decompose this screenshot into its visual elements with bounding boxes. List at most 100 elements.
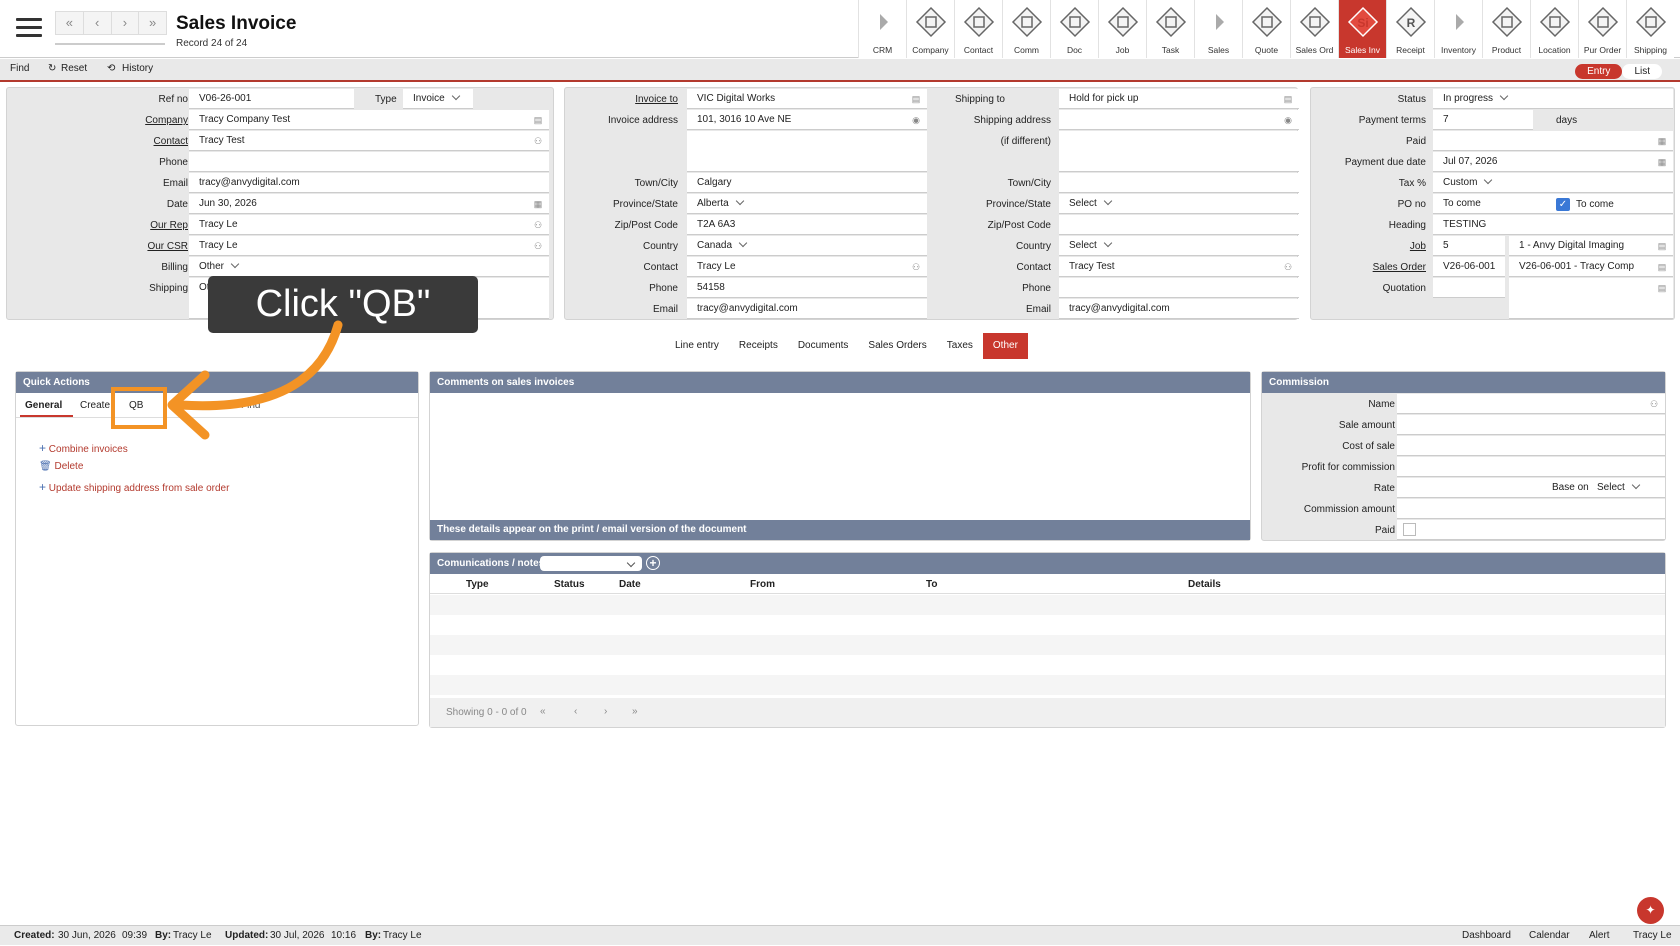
- next-page-button[interactable]: ›: [604, 706, 607, 717]
- module-sales-inv[interactable]: Si Sales Inv: [1338, 0, 1386, 58]
- phone-field[interactable]: [189, 152, 549, 172]
- person-icon[interactable]: ⚇: [1283, 262, 1293, 272]
- quick-tab-create[interactable]: Create: [80, 400, 110, 411]
- ship-contact-field[interactable]: Tracy Test ⚇: [1059, 257, 1299, 277]
- date-field[interactable]: Jun 30, 2026 ▦: [189, 194, 549, 214]
- module-pur-order[interactable]: Pur Order: [1578, 0, 1626, 58]
- history-icon[interactable]: ⟲: [107, 63, 115, 74]
- list-tab[interactable]: List: [1622, 64, 1662, 79]
- module-task[interactable]: Task: [1146, 0, 1194, 58]
- job-name-field[interactable]: 1 - Anvy Digital Imaging ▤: [1509, 236, 1673, 256]
- contact-field[interactable]: Tracy Test ⚇: [189, 131, 549, 151]
- calendar-icon[interactable]: ▦: [1657, 136, 1667, 146]
- update-shipping-action[interactable]: + Update shipping address from sale orde…: [39, 480, 229, 494]
- calendar-icon[interactable]: ▦: [1657, 157, 1667, 167]
- entry-tab[interactable]: Entry: [1575, 64, 1623, 79]
- country-select[interactable]: Canada: [687, 236, 927, 256]
- profit-field[interactable]: [1397, 457, 1665, 477]
- billing-select[interactable]: Other: [189, 257, 549, 277]
- quotation-name-field[interactable]: ▤: [1509, 278, 1673, 319]
- invoice-to-field[interactable]: VIC Digital Works ▤: [687, 89, 927, 109]
- person-icon[interactable]: ⚇: [533, 241, 543, 251]
- document-icon[interactable]: ▤: [1657, 241, 1667, 251]
- module-contact[interactable]: Contact: [954, 0, 1002, 58]
- tab-sales-orders[interactable]: Sales Orders: [858, 333, 936, 359]
- menu-icon[interactable]: [16, 18, 42, 38]
- zip-field[interactable]: T2A 6A3: [687, 215, 927, 235]
- shipping-address-line2[interactable]: [1059, 131, 1299, 172]
- po-to-come-checkbox[interactable]: ✓: [1556, 198, 1570, 211]
- calendar-icon[interactable]: ▦: [533, 199, 543, 209]
- paid-date-field[interactable]: ▦: [1433, 131, 1673, 151]
- combine-invoices-action[interactable]: + Combine invoices: [39, 441, 128, 455]
- module-sales-ord[interactable]: Sales Ord: [1290, 0, 1338, 58]
- module-quote[interactable]: Quote: [1242, 0, 1290, 58]
- module-job[interactable]: Job: [1098, 0, 1146, 58]
- town-field[interactable]: Calgary: [687, 173, 927, 193]
- tab-documents[interactable]: Documents: [788, 333, 859, 359]
- module-shipping[interactable]: Shipping: [1626, 0, 1674, 58]
- invoice-phone-field[interactable]: 54158: [687, 278, 927, 298]
- module-product[interactable]: Product: [1482, 0, 1530, 58]
- location-pin-icon[interactable]: ◉: [911, 115, 921, 125]
- location-pin-icon[interactable]: ◉: [1283, 115, 1293, 125]
- prev-page-button[interactable]: ‹: [574, 706, 577, 717]
- rate-field[interactable]: Base on Select: [1397, 478, 1665, 498]
- payment-due-field[interactable]: Jul 07, 2026 ▦: [1433, 152, 1673, 172]
- company-field[interactable]: Tracy Company Test ▤: [189, 110, 549, 130]
- quick-tab-general[interactable]: General: [25, 400, 62, 411]
- invoice-address-line1[interactable]: 101, 3016 10 Ave NE ◉: [687, 110, 927, 130]
- sales-order-label[interactable]: Sales Order: [1373, 262, 1426, 273]
- po-field[interactable]: To come: [1433, 194, 1673, 214]
- module-inventory[interactable]: Inventory: [1434, 0, 1482, 58]
- sparkle-icon[interactable]: ✦: [1637, 897, 1664, 924]
- ship-town-field[interactable]: [1059, 173, 1299, 193]
- document-icon[interactable]: ▤: [1657, 283, 1667, 293]
- last-page-button[interactable]: »: [632, 706, 638, 717]
- communications-filter-select[interactable]: [540, 556, 642, 571]
- person-icon[interactable]: ⚇: [911, 262, 921, 272]
- calendar-link[interactable]: Calendar: [1529, 926, 1570, 946]
- document-icon[interactable]: ▤: [1657, 262, 1667, 272]
- reset-icon[interactable]: ↻: [48, 63, 56, 74]
- ref-no-field[interactable]: V06-26-001: [189, 89, 354, 109]
- history-button[interactable]: History: [122, 63, 153, 74]
- invoice-address-line2[interactable]: [687, 131, 927, 172]
- quotation-no-field[interactable]: [1433, 278, 1505, 298]
- shipping-to-field[interactable]: Hold for pick up ▤: [1059, 89, 1299, 109]
- dashboard-link[interactable]: Dashboard: [1462, 926, 1511, 946]
- module-company[interactable]: Company: [906, 0, 954, 58]
- company-label[interactable]: Company: [145, 115, 188, 126]
- module-sales[interactable]: Sales: [1194, 0, 1242, 58]
- commission-paid-checkbox[interactable]: [1403, 523, 1416, 536]
- tax-select[interactable]: Custom: [1433, 173, 1673, 193]
- ship-zip-field[interactable]: [1059, 215, 1299, 235]
- heading-field[interactable]: TESTING: [1433, 215, 1673, 235]
- first-page-button[interactable]: «: [540, 706, 546, 717]
- tab-taxes[interactable]: Taxes: [937, 333, 983, 359]
- base-on-select[interactable]: Select: [1597, 478, 1641, 497]
- our-csr-field[interactable]: Tracy Le ⚇: [189, 236, 549, 256]
- ship-province-select[interactable]: Select: [1059, 194, 1299, 214]
- invoice-email-field[interactable]: tracy@anvydigital.com: [687, 299, 927, 319]
- prev-record-button[interactable]: ‹: [84, 12, 112, 34]
- ship-country-select[interactable]: Select: [1059, 236, 1299, 256]
- tab-receipts[interactable]: Receipts: [729, 333, 788, 359]
- sales-order-name-field[interactable]: V26-06-001 - Tracy Comp ▤: [1509, 257, 1673, 277]
- reset-button[interactable]: Reset: [61, 63, 87, 74]
- delete-action[interactable]: 🗑︎ Delete: [39, 461, 83, 472]
- shipping-address-line1[interactable]: ◉: [1059, 110, 1299, 130]
- invoice-to-label[interactable]: Invoice to: [635, 94, 678, 105]
- document-icon[interactable]: ▤: [533, 115, 543, 125]
- module-location[interactable]: Location: [1530, 0, 1578, 58]
- job-label[interactable]: Job: [1410, 241, 1426, 252]
- comments-textarea[interactable]: [430, 393, 1250, 519]
- module-crm[interactable]: CRM: [858, 0, 906, 58]
- sales-order-no-field[interactable]: V26-06-001: [1433, 257, 1505, 277]
- next-record-button[interactable]: ›: [112, 12, 140, 34]
- document-icon[interactable]: ▤: [1283, 94, 1293, 104]
- tab-line-entry[interactable]: Line entry: [665, 333, 729, 359]
- user-link[interactable]: Tracy Le: [1633, 926, 1672, 946]
- commission-amount-field[interactable]: [1397, 499, 1665, 519]
- our-rep-label[interactable]: Our Rep: [150, 220, 188, 231]
